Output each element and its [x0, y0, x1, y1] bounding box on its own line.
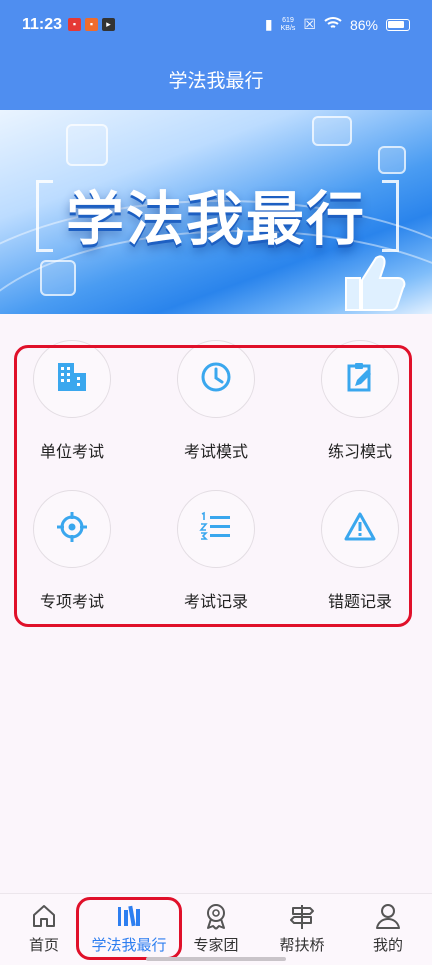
page-title: 学法我最行	[168, 71, 264, 92]
home-icon	[30, 902, 58, 930]
notification-icon: ▪	[85, 18, 98, 31]
notification-icon: ▪	[68, 18, 81, 31]
banner-image: 学法我最行	[0, 110, 432, 314]
thumbs-up-icon	[336, 250, 406, 314]
network-speed-value: 619	[282, 16, 294, 24]
award-icon	[202, 902, 230, 930]
tab-help-bridge[interactable]: 帮扶桥	[262, 900, 342, 956]
banner-title: 学法我最行	[65, 187, 366, 252]
vibrate-icon: ▮	[264, 16, 273, 32]
chart-decoration-icon	[40, 260, 76, 296]
app-bar: 学法我最行	[0, 50, 432, 110]
network-speed-unit: KB/s	[280, 24, 296, 32]
notification-icon: ▸	[102, 18, 115, 31]
network-speed: 619 KB/s	[281, 17, 296, 33]
wifi-icon	[324, 16, 342, 33]
tab-label: 首页	[28, 937, 59, 954]
battery-icon	[386, 18, 410, 31]
cube-decoration-icon	[378, 146, 406, 174]
tab-label: 专家团	[193, 937, 239, 954]
status-right: ▮ 619 KB/s ☒ 86%	[265, 16, 410, 33]
hexagon-decoration-icon	[66, 124, 108, 166]
bottom-tab-bar: 首页 学法我最行 专家团 帮扶桥 我的	[0, 893, 432, 965]
signpost-icon	[288, 902, 316, 930]
tab-mine[interactable]: 我的	[348, 900, 428, 956]
tab-expert-team[interactable]: 专家团	[176, 900, 256, 956]
tab-label: 我的	[372, 937, 403, 954]
battery-percent: 86%	[349, 16, 378, 33]
status-time: 11:23	[22, 16, 63, 33]
highlight-box-menu	[14, 345, 412, 627]
tab-home[interactable]: 首页	[4, 900, 84, 956]
tab-label: 帮扶桥	[279, 937, 325, 954]
gesture-bar	[146, 957, 286, 961]
status-bar: 11:23 ▪ ▪ ▸ ▮ 619 KB/s ☒ 86%	[0, 0, 432, 50]
sim-icon: ☒	[303, 16, 316, 32]
user-icon	[374, 902, 402, 930]
screen-decoration-icon	[312, 116, 352, 146]
highlight-box-tab	[76, 897, 182, 960]
